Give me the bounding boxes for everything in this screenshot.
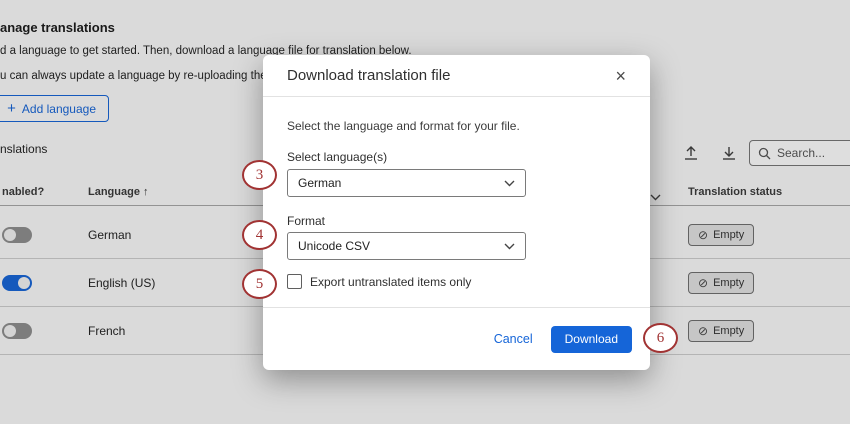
format-select-value: Unicode CSV [298, 239, 370, 253]
modal-title: Download translation file [287, 67, 450, 84]
chevron-down-icon [504, 243, 515, 250]
export-untranslated-label: Export untranslated items only [310, 275, 471, 289]
close-icon[interactable]: × [615, 67, 626, 85]
format-select[interactable]: Unicode CSV [287, 232, 526, 260]
format-select-label: Format [287, 214, 325, 228]
language-select[interactable]: German [287, 169, 526, 197]
chevron-down-icon [504, 180, 515, 187]
export-untranslated-row: Export untranslated items only [287, 274, 471, 289]
download-translation-modal: Download translation file × Select the l… [263, 55, 650, 370]
modal-footer: Cancel Download [263, 307, 650, 370]
download-button[interactable]: Download [551, 326, 632, 353]
cancel-button[interactable]: Cancel [494, 332, 533, 346]
language-select-value: German [298, 176, 341, 190]
modal-header: Download translation file × [263, 55, 650, 97]
modal-description: Select the language and format for your … [287, 119, 520, 133]
screen: anage translations d a language to get s… [0, 0, 850, 424]
annotation-step-5: 5 [242, 269, 277, 299]
annotation-step-4: 4 [242, 220, 277, 250]
language-select-label: Select language(s) [287, 150, 387, 164]
annotation-step-3: 3 [242, 160, 277, 190]
annotation-step-6: 6 [643, 323, 678, 353]
export-untranslated-checkbox[interactable] [287, 274, 302, 289]
